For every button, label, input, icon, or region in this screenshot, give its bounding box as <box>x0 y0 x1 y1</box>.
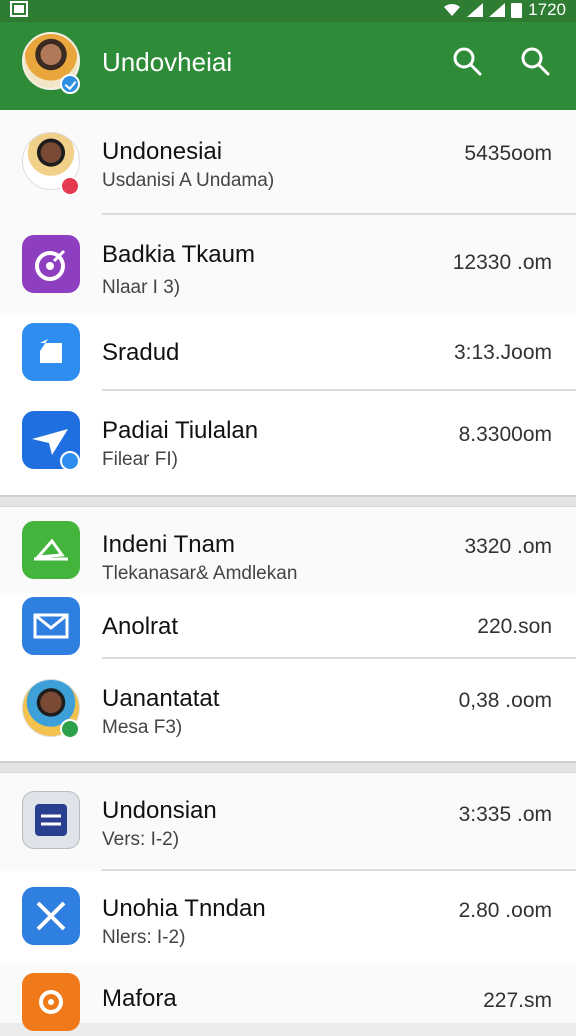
app-subtitle: Tlekanasar& Amdlekan <box>102 563 298 584</box>
app-name: Anolrat <box>102 613 179 640</box>
app-name: Undonesiai <box>102 138 223 165</box>
list-item[interactable]: Padiai Tiulalan Filear FI) 8.3300om <box>0 391 576 495</box>
status-bar: 1720 <box>0 0 576 22</box>
chat-bubble-app-icon <box>22 323 80 381</box>
verified-badge-icon <box>60 74 80 94</box>
app-name: Unohia Tnndan <box>102 895 266 922</box>
app-name: Mafora <box>102 985 177 1012</box>
app-subtitle: Usdanisi A Undama) <box>102 170 275 191</box>
app-size: 2.80 .oom <box>458 899 552 922</box>
app-size: 0,38 .oom <box>458 689 552 712</box>
list-item[interactable]: Badkia Tkaum Nlaar I 3) 12330 .om <box>0 215 576 313</box>
sailboat-app-icon <box>22 521 80 579</box>
app-name: Sradud <box>102 339 180 366</box>
app-size: 5435oom <box>464 142 552 165</box>
app-size: 3:13.Joom <box>453 341 552 364</box>
gear-app-icon <box>22 973 80 1031</box>
screenshot-notification-icon <box>10 1 28 17</box>
app-bar: Undovheiai <box>0 22 576 110</box>
search-button-2[interactable] <box>518 44 552 78</box>
signal-icon-2 <box>489 3 506 17</box>
status-badge-icon <box>60 719 80 739</box>
app-subtitle: Mesa F3) <box>102 717 183 738</box>
app-size: 12330 .om <box>452 251 552 274</box>
list-item[interactable]: Mafora 227.sm <box>0 963 576 1031</box>
mail-app-icon <box>22 597 80 655</box>
list-item[interactable]: Anolrat 220.son <box>0 593 576 659</box>
search-button[interactable] <box>450 44 484 78</box>
app-size: 220.son <box>477 615 552 638</box>
app-subtitle: Filear FI) <box>102 449 178 470</box>
status-indicators: 1720 <box>443 0 566 20</box>
app-title: Undovheiai <box>102 47 233 77</box>
app-size: 3:335 .om <box>458 803 552 826</box>
search-icon <box>453 47 482 76</box>
document-app-icon <box>22 791 80 849</box>
app-name: Badkia Tkaum <box>102 241 255 268</box>
list-item[interactable]: Indeni Tnam Tlekanasar& Amdlekan 3320 .o… <box>0 507 576 593</box>
list-item[interactable]: Undonesiai Usdanisi A Undama) 5435oom <box>0 110 576 215</box>
app-name: Undonsian <box>102 797 217 824</box>
signal-icon <box>467 3 484 17</box>
app-size: 3320 .om <box>464 535 552 558</box>
target-app-icon <box>22 235 80 293</box>
app-size: 8.3300om <box>458 423 552 446</box>
close-app-icon <box>22 887 80 945</box>
list-item[interactable]: Uanantatat Mesa F3) 0,38 .oom <box>0 659 576 761</box>
app-subtitle: Vers: I-2) <box>102 829 180 850</box>
section-divider <box>0 761 576 773</box>
clock: 1720 <box>528 0 566 19</box>
section-divider <box>0 495 576 507</box>
list-item[interactable]: Unohia Tnndan Nlers: I-2) 2.80 .oom <box>0 871 576 963</box>
notification-badge-icon <box>60 176 80 196</box>
battery-icon <box>511 2 523 18</box>
app-name: Indeni Tnam <box>102 531 235 558</box>
list-item[interactable]: Sradud 3:13.Joom <box>0 313 576 391</box>
list-item[interactable]: Undonsian Vers: I-2) 3:335 .om <box>0 773 576 871</box>
app-name: Padiai Tiulalan <box>102 417 259 444</box>
wifi-icon <box>444 3 461 17</box>
search-icon <box>521 47 550 76</box>
app-list: Undonesiai Usdanisi A Undama) 5435oom Ba… <box>0 110 576 1031</box>
app-name: Uanantatat <box>102 685 220 712</box>
notification-badge-icon <box>60 451 80 471</box>
app-subtitle: Nlers: I-2) <box>102 927 186 948</box>
app-subtitle: Nlaar I 3) <box>102 277 181 298</box>
app-size: 227.sm <box>483 989 552 1012</box>
